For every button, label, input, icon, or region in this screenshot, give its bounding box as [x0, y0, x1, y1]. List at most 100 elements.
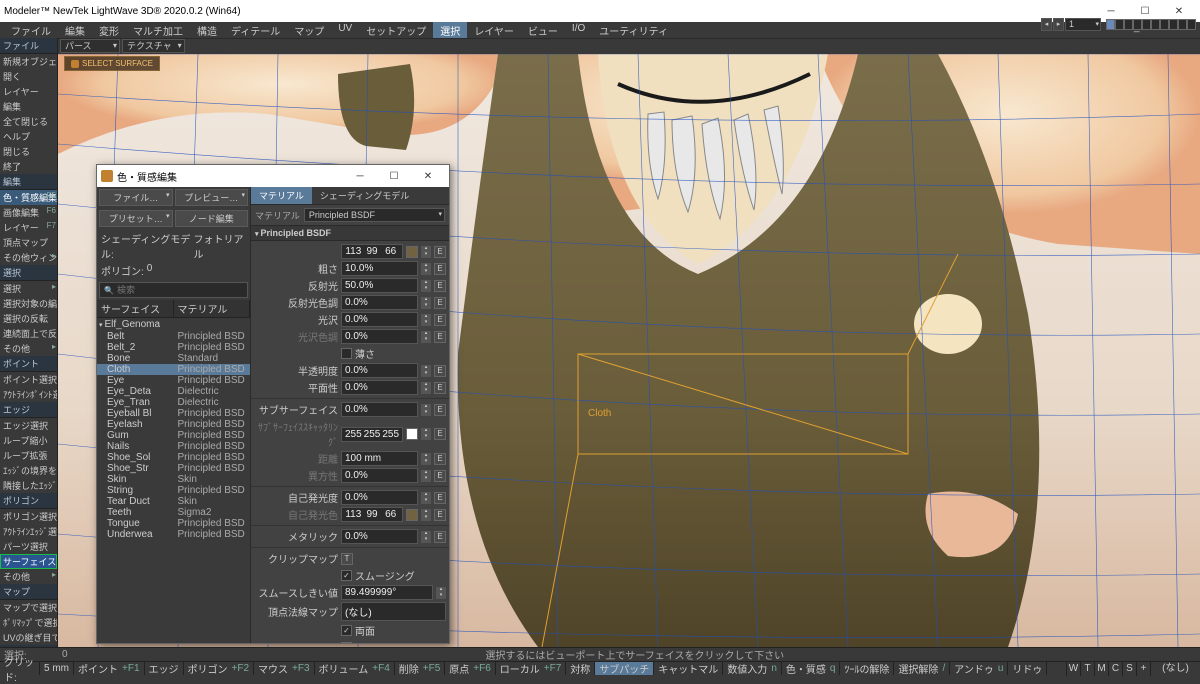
envelope-btn[interactable]: E — [434, 280, 446, 292]
sidebar-item-その他[interactable]: その他▸ — [0, 341, 57, 356]
sidebar-item-エッジ選択[interactable]: エッジ選択 — [0, 418, 57, 433]
envelope-btn[interactable]: E — [434, 453, 446, 465]
surface-item-Shoe_Sol[interactable]: Shoe_SolPrincipled BSD — [97, 452, 250, 463]
bottom-ボリューム[interactable]: ボリューム+F4 — [315, 662, 395, 675]
spinner[interactable]: ▴▾ — [421, 509, 431, 521]
sidebar-item-ﾎﾟﾘﾏｯﾌﾟで選択[interactable]: ﾎﾟﾘﾏｯﾌﾟで選択 — [0, 615, 57, 630]
surface-item-Cloth[interactable]: ClothPrincipled BSD — [97, 364, 250, 375]
menu-レイヤー[interactable]: レイヤー — [467, 22, 521, 38]
prop-val-スムースしきい値[interactable]: 89.499999° — [341, 585, 433, 600]
layer-boxes[interactable] — [1106, 19, 1196, 30]
menu-UV[interactable]: UV — [331, 22, 359, 38]
surface-item-Eye[interactable]: EyePrincipled BSD — [97, 375, 250, 386]
prop-val-[interactable]: 1139966 — [341, 244, 403, 259]
vmap-btn-S[interactable]: S — [1122, 662, 1136, 676]
spinner[interactable]: ▴▾ — [421, 331, 431, 343]
sidebar-item-UVの継ぎ目で選択[interactable]: UVの継ぎ目で選択 — [0, 630, 57, 645]
bottom-対称[interactable]: 対称 — [566, 662, 595, 675]
prop-val-反射光[interactable]: 50.0% — [341, 278, 418, 293]
menu-マップ[interactable]: マップ — [287, 22, 331, 38]
menu-ファイル[interactable]: ファイル — [4, 22, 58, 38]
prop-val-自己発光度[interactable]: 0.0% — [341, 490, 418, 505]
surface-item-Underwea[interactable]: UnderweaPrincipled BSD — [97, 529, 250, 540]
surface-editor-window[interactable]: 色・質感編集 ─ ☐ ✕ ファイル… プレビュー… プリセット… ノード編集 シ… — [96, 164, 450, 644]
surface-item-Shoe_Str[interactable]: Shoe_StrPrincipled BSD — [97, 463, 250, 474]
prop-val-粗さ[interactable]: 10.0% — [341, 261, 418, 276]
surface-search-input[interactable] — [117, 285, 243, 295]
col-material[interactable]: マテリアル — [174, 300, 251, 317]
prop-val-メタリック[interactable]: 0.0% — [341, 529, 418, 544]
render-mode-dropdown[interactable]: テクスチャ — [122, 39, 185, 53]
spinner[interactable]: ▴▾ — [421, 531, 431, 543]
bottom-リドゥ[interactable]: リドゥ — [1008, 662, 1047, 675]
menu-変形[interactable]: 変形 — [92, 22, 126, 38]
surface-item-Skin[interactable]: SkinSkin — [97, 474, 250, 485]
surface-item-Gum[interactable]: GumPrincipled BSD — [97, 430, 250, 441]
prop-val-光沢色調[interactable]: 0.0% — [341, 329, 418, 344]
layer-prev-button[interactable]: ◂ — [1041, 18, 1052, 31]
surface-item-Belt_2[interactable]: Belt_2Principled BSD — [97, 342, 250, 353]
material-section-header[interactable]: Principled BSDF — [251, 226, 449, 241]
bottom-ポリゴン[interactable]: ポリゴン+F2 — [184, 662, 255, 675]
vmap-btn-W[interactable]: W — [1066, 662, 1080, 676]
spinner[interactable]: ▴▾ — [421, 382, 431, 394]
vmap-btn-C[interactable]: C — [1108, 662, 1122, 676]
view-type-dropdown[interactable]: パース — [60, 39, 120, 53]
surface-editor-titlebar[interactable]: 色・質感編集 ─ ☐ ✕ — [97, 165, 449, 187]
prop-dd-頂点法線マップ[interactable]: (なし) — [341, 602, 446, 621]
sidebar-item-選択対象の編集[interactable]: 選択対象の編集 — [0, 296, 57, 311]
sidebar-item-開く[interactable]: 開く — [0, 69, 57, 84]
vmap-btn-M[interactable]: M — [1094, 662, 1108, 676]
node-editor-button[interactable]: ノード編集 — [175, 210, 249, 227]
sidebar-item-ｱｳﾄﾗｲﾝｴｯｼﾞ選択[interactable]: ｱｳﾄﾗｲﾝｴｯｼﾞ選択 — [0, 524, 57, 539]
envelope-btn[interactable]: E — [434, 509, 446, 521]
checkbox-スムージング[interactable]: ✓ — [341, 570, 352, 581]
bottom-色・質感[interactable]: 色・質感q — [782, 662, 841, 675]
surface-item-String[interactable]: StringPrincipled BSD — [97, 485, 250, 496]
spinner[interactable]: ▴▾ — [421, 246, 431, 258]
sidebar-item-閉じる[interactable]: 閉じる — [0, 144, 57, 159]
surface-item-Eye_Tran[interactable]: Eye_TranDielectric — [97, 397, 250, 408]
vmap-btn-+[interactable]: + — [1136, 662, 1150, 676]
menu-編集[interactable]: 編集 — [58, 22, 92, 38]
surface-item-Eye_Deta[interactable]: Eye_DetaDielectric — [97, 386, 250, 397]
grid-value[interactable]: 5 mm — [40, 662, 74, 675]
surface-item-Nails[interactable]: NailsPrincipled BSD — [97, 441, 250, 452]
sidebar-item-レイヤー[interactable]: レイヤーF7 — [0, 220, 57, 235]
layer-next-button[interactable]: ▸ — [1053, 18, 1064, 31]
envelope-btn[interactable]: E — [434, 428, 446, 440]
sidebar-item-ループ拡張[interactable]: ループ拡張 — [0, 448, 57, 463]
surface-tree[interactable]: Elf_GenomaBeltPrincipled BSDBelt_2Princi… — [97, 318, 250, 643]
envelope-btn[interactable]: E — [434, 531, 446, 543]
envelope-btn[interactable]: E — [434, 470, 446, 482]
sidebar-item-パーツ選択[interactable]: パーツ選択 — [0, 539, 57, 554]
sidebar-item-ポリゴン選択[interactable]: ポリゴン選択 — [0, 509, 57, 524]
surface-item-Eyelash[interactable]: EyelashPrincipled BSD — [97, 419, 250, 430]
sidebar-item-色・質感編集[interactable]: 色・質感編集F5 — [0, 190, 57, 205]
spinner[interactable]: ▴▾ — [436, 587, 446, 599]
swatch-[interactable] — [406, 246, 418, 258]
checkbox-薄さ[interactable] — [341, 348, 352, 359]
tab-shading-model[interactable]: シェーディングモデル — [312, 187, 417, 204]
vmap-btn-T[interactable]: T — [1080, 662, 1094, 676]
menu-ディテール[interactable]: ディテール — [224, 22, 287, 38]
prop-val-半透明度[interactable]: 0.0% — [341, 363, 418, 378]
bottom-アンドゥ[interactable]: アンドゥu — [950, 662, 1008, 675]
spinner[interactable]: ▴▾ — [421, 470, 431, 482]
menu-I/O[interactable]: I/O — [565, 22, 592, 38]
bottom-原点[interactable]: 原点+F6 — [445, 662, 496, 675]
surface-search[interactable] — [99, 282, 248, 298]
surface-item-Tear Duct[interactable]: Tear DuctSkin — [97, 496, 250, 507]
surface-editor-maximize[interactable]: ☐ — [377, 165, 411, 187]
sidebar-item-ヘルプ[interactable]: ヘルプ — [0, 129, 57, 144]
spinner[interactable]: ▴▾ — [421, 365, 431, 377]
bottom-選択解除[interactable]: 選択解除/ — [894, 662, 950, 675]
spinner[interactable]: ▴▾ — [421, 404, 431, 416]
menu-構造[interactable]: 構造 — [190, 22, 224, 38]
sidebar-item-マップで選択[interactable]: マップで選択 — [0, 600, 57, 615]
bottom-ポイント[interactable]: ポイント+F1 — [74, 662, 145, 675]
swatch-自己発光色[interactable] — [406, 509, 418, 521]
prop-val-自己発光色[interactable]: 1139966 — [341, 507, 403, 522]
tab-material[interactable]: マテリアル — [251, 187, 312, 204]
menu-セットアップ[interactable]: セットアップ — [359, 22, 433, 38]
